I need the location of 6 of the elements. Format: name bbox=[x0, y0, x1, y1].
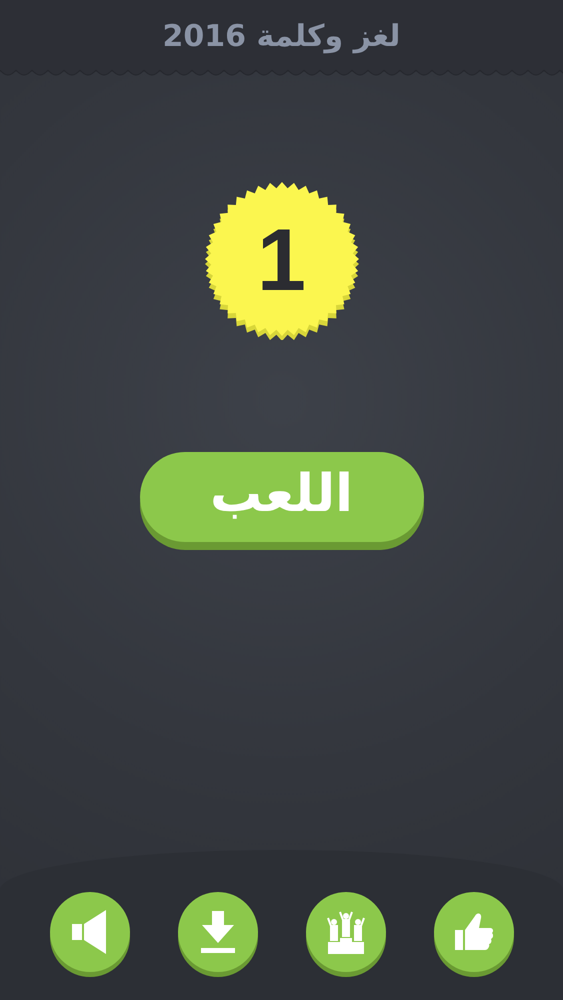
level-number: 1 bbox=[257, 209, 306, 311]
play-button[interactable]: اللعب bbox=[140, 452, 424, 542]
download-icon bbox=[200, 911, 236, 953]
podium-icon bbox=[326, 910, 366, 954]
thumbs-up-icon bbox=[454, 912, 492, 952]
speaker-icon bbox=[72, 910, 108, 954]
